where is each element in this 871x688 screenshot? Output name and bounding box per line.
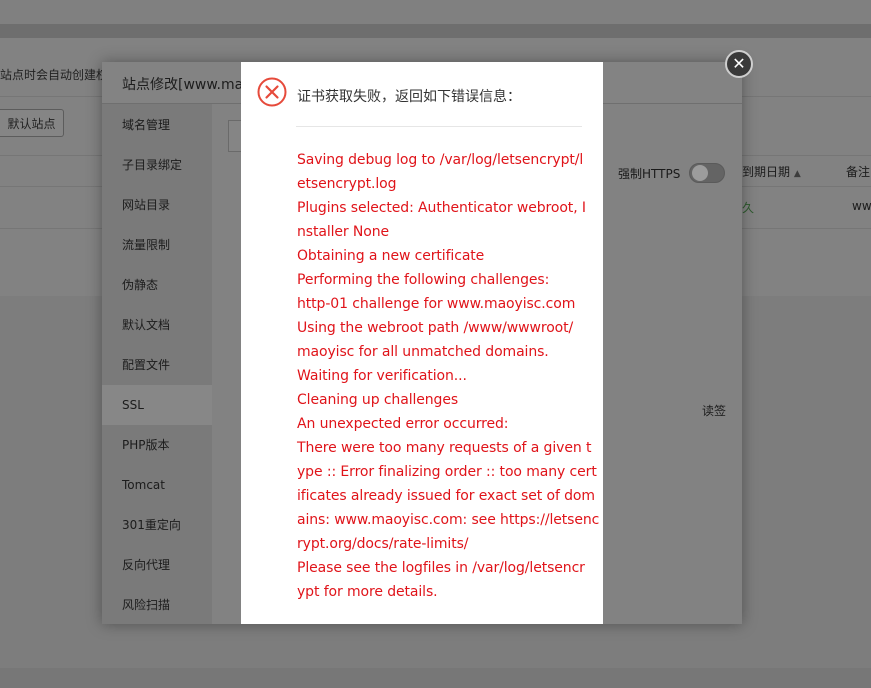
close-icon[interactable]: ✕ bbox=[725, 50, 753, 78]
default-site-button[interactable]: 默认站点 bbox=[0, 109, 64, 137]
message-line: http-01 challenge for www.maoyisc.com bbox=[297, 296, 576, 312]
expiry-column-header[interactable]: 到期日期 ▲ bbox=[742, 163, 801, 180]
layer-sidebar: 域名管理 子目录绑定 网站目录 流量限制 伪静态 默认文档 配置文件 SSL P… bbox=[102, 104, 212, 624]
sidebar-item-subdir[interactable]: 子目录绑定 bbox=[102, 145, 212, 185]
message-line: ype :: Error finalizing order :: too man… bbox=[297, 464, 597, 480]
error-dialog: 证书获取失败，返回如下错误信息： Saving debug log to /va… bbox=[241, 62, 603, 624]
error-message: Saving debug log to /var/log/letsencrypt… bbox=[297, 148, 600, 604]
message-line: There were too many requests of a given … bbox=[297, 440, 592, 456]
top-bar bbox=[0, 0, 871, 24]
force-https-label: 强制HTTPS bbox=[618, 167, 681, 181]
sidebar-item-php[interactable]: PHP版本 bbox=[102, 425, 212, 465]
layer-title: 站点修改[www.ma bbox=[122, 77, 244, 93]
remark-column-header: 备注 bbox=[846, 165, 871, 179]
message-line: rypt.org/docs/rate-limits/ bbox=[297, 536, 469, 552]
message-line: Please see the logfiles in /var/log/lets… bbox=[297, 560, 585, 576]
sidebar-item-tomcat[interactable]: Tomcat bbox=[102, 465, 212, 505]
sort-up-icon: ▲ bbox=[793, 169, 801, 179]
message-line: Plugins selected: Authenticator webroot,… bbox=[297, 200, 586, 216]
sidebar-item-scan[interactable]: 风险扫描 bbox=[102, 585, 212, 625]
message-line: ificates already issued for exact set of… bbox=[297, 488, 595, 504]
notice-text: 站点时会自动创建权 bbox=[0, 68, 109, 82]
message-line: Performing the following challenges: bbox=[297, 272, 550, 288]
sidebar-item-traffic[interactable]: 流量限制 bbox=[102, 225, 212, 265]
row-expiry-value: 久 bbox=[742, 201, 755, 215]
message-line: Cleaning up challenges bbox=[297, 392, 459, 408]
sidebar-item-config[interactable]: 配置文件 bbox=[102, 345, 212, 385]
force-https-toggle[interactable] bbox=[689, 163, 725, 183]
message-line: maoyisc for all unmatched domains. bbox=[297, 344, 549, 360]
message-line: Obtaining a new certificate bbox=[297, 248, 485, 264]
message-line: nstaller None bbox=[297, 224, 390, 240]
footer-bar bbox=[0, 668, 871, 688]
dialog-divider bbox=[296, 126, 582, 127]
sidebar-item-proxy[interactable]: 反向代理 bbox=[102, 545, 212, 585]
dialog-title: 证书获取失败，返回如下错误信息： bbox=[297, 89, 521, 105]
message-line: etsencrypt.log bbox=[297, 176, 397, 192]
row-remark-value: ww bbox=[852, 199, 871, 213]
message-line: ains: www.maoyisc.com: see https://letse… bbox=[297, 512, 600, 528]
message-line: ypt for more details. bbox=[297, 584, 438, 600]
top-stripe bbox=[0, 24, 871, 38]
sidebar-item-ssl[interactable]: SSL bbox=[102, 385, 212, 425]
message-line: Waiting for verification... bbox=[297, 368, 467, 384]
sidebar-item-site-dir[interactable]: 网站目录 bbox=[102, 185, 212, 225]
message-line: Saving debug log to /var/log/letsencrypt… bbox=[297, 152, 584, 168]
message-line: An unexpected error occurred: bbox=[297, 416, 509, 432]
toggle-knob bbox=[692, 165, 708, 181]
sidebar-item-domain[interactable]: 域名管理 bbox=[102, 105, 212, 145]
tag-text: 读签 bbox=[702, 404, 727, 418]
error-circle-icon bbox=[257, 77, 287, 107]
sidebar-item-default-doc[interactable]: 默认文档 bbox=[102, 305, 212, 345]
sidebar-item-rewrite[interactable]: 伪静态 bbox=[102, 265, 212, 305]
message-line: Using the webroot path /www/wwwroot/ bbox=[297, 320, 574, 336]
sidebar-item-redirect[interactable]: 301重定向 bbox=[102, 505, 212, 545]
